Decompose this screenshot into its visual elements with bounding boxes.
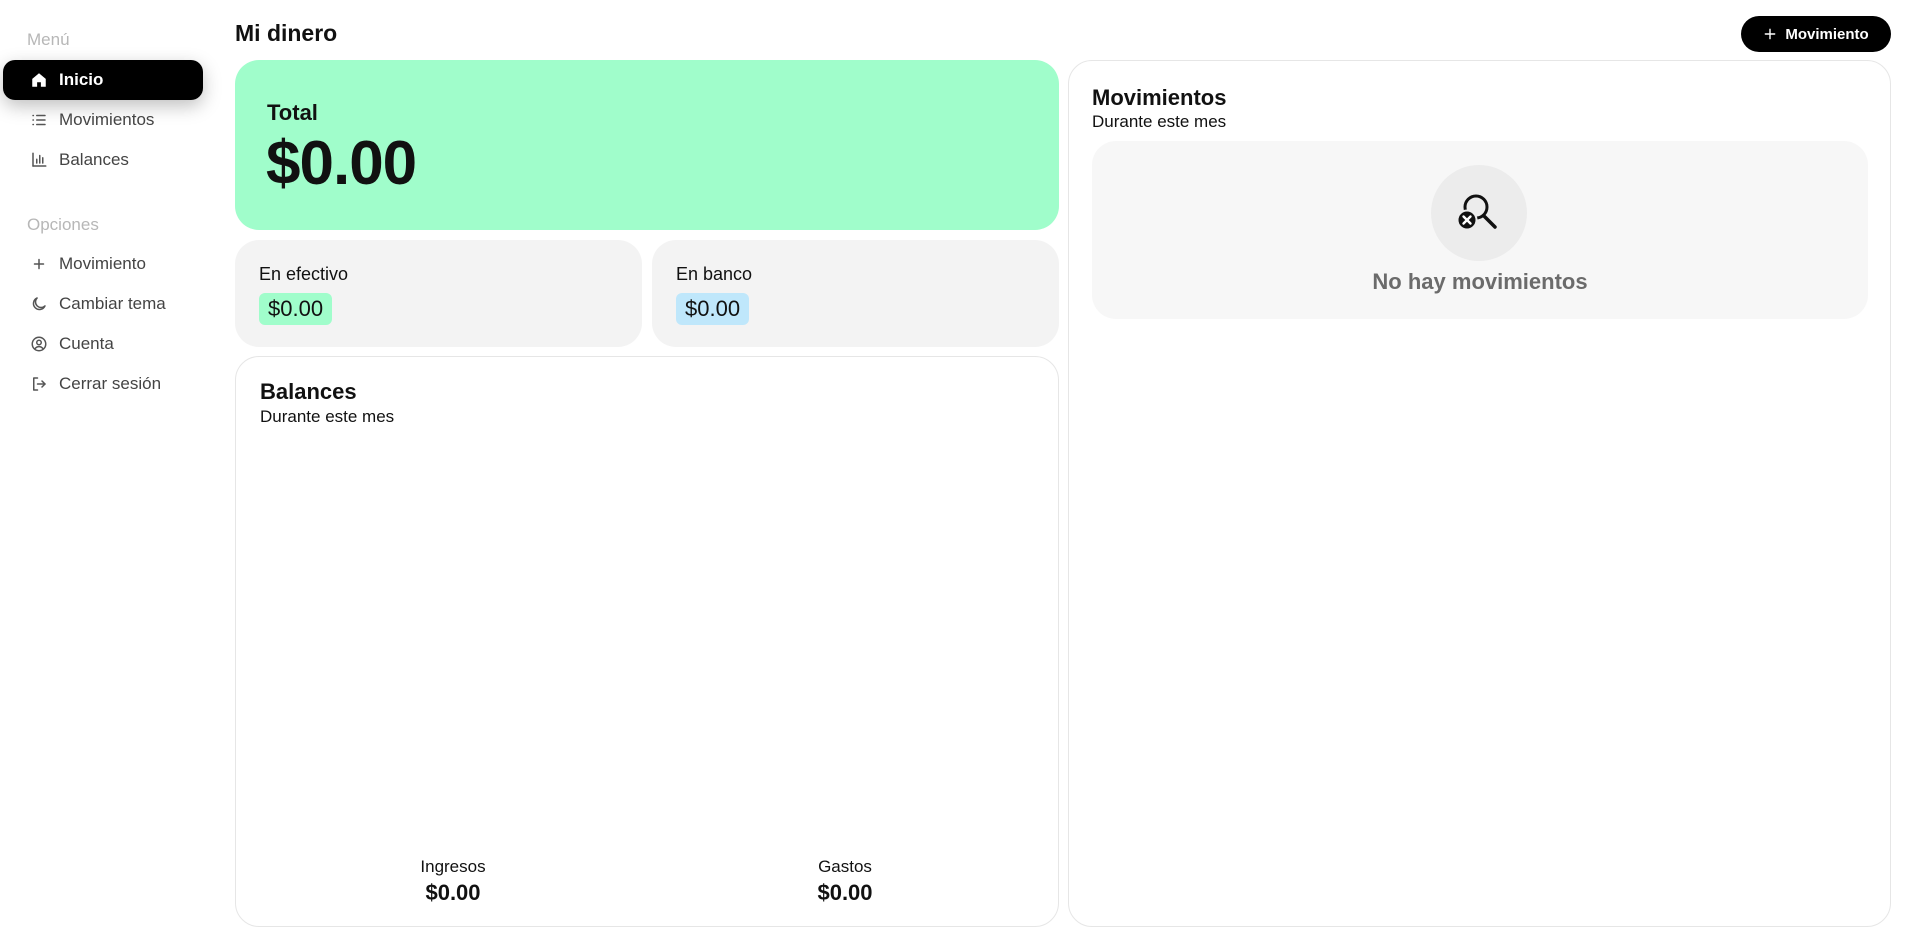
expenses-summary: Gastos $0.00 <box>745 857 945 906</box>
cash-value-badge: $0.00 <box>259 293 333 325</box>
sidebar-option-cambiar-tema[interactable]: Cambiar tema <box>3 284 203 324</box>
balances-card: Balances Durante este mes Ingresos $0.00… <box>235 356 1059 927</box>
sidebar-option-cuenta[interactable]: Cuenta <box>3 324 203 364</box>
cash-card: En efectivo $0.00 <box>235 240 642 347</box>
plus-icon <box>1763 27 1777 41</box>
total-value: $0.00 <box>266 129 417 198</box>
home-icon <box>29 70 49 90</box>
plus-icon <box>29 254 49 274</box>
sidebar-option-cerrar-sesion[interactable]: Cerrar sesión <box>3 364 203 404</box>
income-summary: Ingresos $0.00 <box>353 857 553 906</box>
balances-title: Balances <box>260 379 357 404</box>
sidebar-option-movimiento[interactable]: Movimiento <box>3 244 203 284</box>
sidebar-item-label: Inicio <box>59 70 104 89</box>
balances-subtitle: Durante este mes <box>260 407 395 426</box>
sidebar-item-balances[interactable]: Balances <box>3 140 203 180</box>
empty-state: No hay movimientos <box>1092 141 1868 319</box>
bank-label: En banco <box>676 264 753 284</box>
sidebar: Menú Inicio Movimientos Balances Opcione… <box>0 0 210 938</box>
empty-state-text: No hay movimientos <box>1372 269 1588 294</box>
logout-icon <box>29 374 49 394</box>
add-movement-label: Movimiento <box>1785 25 1869 43</box>
sidebar-item-label: Balances <box>59 150 129 169</box>
sidebar-item-label: Movimiento <box>59 254 146 273</box>
income-label: Ingresos <box>420 857 486 876</box>
sidebar-item-label: Cambiar tema <box>59 294 166 313</box>
sidebar-item-label: Cerrar sesión <box>59 374 162 393</box>
moon-icon <box>29 294 49 314</box>
expenses-label: Gastos <box>818 857 872 876</box>
options-section-title: Opciones <box>27 215 99 234</box>
income-value: $0.00 <box>425 880 481 905</box>
menu-section-title: Menú <box>27 30 70 49</box>
expenses-value: $0.00 <box>817 880 873 905</box>
add-movement-button[interactable]: Movimiento <box>1741 16 1891 52</box>
search-x-icon <box>1431 165 1527 261</box>
user-circle-icon <box>29 334 49 354</box>
bar-chart-icon <box>29 150 49 170</box>
total-card: Total $0.00 <box>235 60 1059 230</box>
movements-title: Movimientos <box>1092 85 1227 110</box>
sidebar-item-label: Cuenta <box>59 334 114 353</box>
sidebar-item-movimientos[interactable]: Movimientos <box>3 100 203 140</box>
page-title: Mi dinero <box>235 20 338 46</box>
cash-label: En efectivo <box>259 264 349 284</box>
movements-card: Movimientos Durante este mes No hay movi… <box>1068 60 1891 927</box>
sidebar-item-label: Movimientos <box>59 110 155 129</box>
bank-card: En banco $0.00 <box>652 240 1059 347</box>
sidebar-item-inicio[interactable]: Inicio <box>3 60 203 100</box>
total-label: Total <box>267 100 318 125</box>
bank-value-badge: $0.00 <box>676 293 750 325</box>
movements-subtitle: Durante este mes <box>1092 112 1227 131</box>
list-icon <box>29 110 49 130</box>
